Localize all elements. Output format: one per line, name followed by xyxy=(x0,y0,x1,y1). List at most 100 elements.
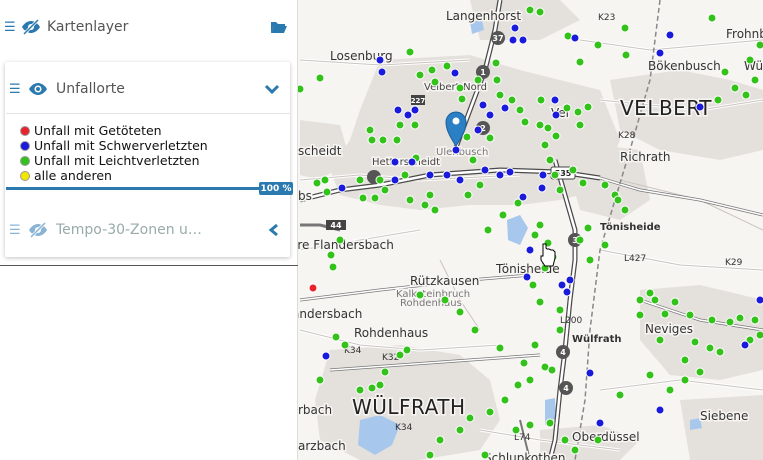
layer-row-kartenlayer[interactable]: ☰ Kartenlayer xyxy=(0,6,298,48)
accident-marker-light[interactable] xyxy=(540,140,550,150)
accident-marker-light[interactable] xyxy=(491,58,501,68)
accident-marker-light[interactable] xyxy=(312,178,322,188)
accident-marker-light[interactable] xyxy=(705,343,715,353)
accident-marker-light[interactable] xyxy=(400,170,410,180)
accident-marker-severe[interactable] xyxy=(451,145,461,155)
eye-slash-icon[interactable] xyxy=(21,19,41,35)
accident-marker-light[interactable] xyxy=(475,180,485,190)
accident-marker-severe[interactable] xyxy=(562,287,572,297)
accident-marker-light[interactable] xyxy=(660,309,670,319)
accident-marker-light[interactable] xyxy=(551,131,561,141)
accident-marker-light[interactable] xyxy=(525,420,535,430)
accident-marker-light[interactable] xyxy=(435,435,445,445)
accident-marker-light[interactable] xyxy=(645,370,655,380)
accident-marker-light[interactable] xyxy=(613,195,623,205)
accident-marker-light[interactable] xyxy=(750,315,760,325)
accident-marker-light[interactable] xyxy=(525,375,535,385)
accident-marker-light[interactable] xyxy=(570,445,580,455)
accident-marker-light[interactable] xyxy=(335,235,345,245)
chevron-down-icon[interactable] xyxy=(264,83,280,95)
layer-row-tempo30[interactable]: ☰ Tempo-30-Zonen u… xyxy=(0,209,298,251)
accident-marker-light[interactable] xyxy=(410,120,420,130)
accident-marker-light[interactable] xyxy=(735,313,745,323)
accident-marker-light[interactable] xyxy=(515,105,525,115)
accident-marker-severe[interactable] xyxy=(425,170,435,180)
accident-marker-light[interactable] xyxy=(425,450,435,460)
accident-marker-light[interactable] xyxy=(635,310,645,320)
accident-marker-light[interactable] xyxy=(530,340,540,350)
accident-marker-light[interactable] xyxy=(525,5,535,15)
accident-marker-light[interactable] xyxy=(730,83,740,93)
accident-marker-light[interactable] xyxy=(715,347,725,357)
accident-marker-light[interactable] xyxy=(405,195,415,205)
accident-marker-severe[interactable] xyxy=(480,165,490,175)
accident-marker-light[interactable] xyxy=(322,187,332,197)
accident-marker-fatal[interactable] xyxy=(308,283,318,293)
accident-marker-severe[interactable] xyxy=(665,30,675,40)
eye-icon[interactable] xyxy=(28,81,48,97)
accident-marker-severe[interactable] xyxy=(525,245,535,255)
accident-marker-severe[interactable] xyxy=(390,175,400,185)
accident-marker-light[interactable] xyxy=(555,305,565,315)
accident-marker-light[interactable] xyxy=(520,117,530,127)
accident-marker-severe[interactable] xyxy=(518,35,528,45)
accident-marker-light[interactable] xyxy=(367,135,377,145)
accident-marker-light[interactable] xyxy=(670,297,680,307)
accident-marker-severe[interactable] xyxy=(522,272,532,282)
accident-marker-light[interactable] xyxy=(536,95,546,105)
accident-marker-severe[interactable] xyxy=(505,167,515,177)
accident-marker-severe[interactable] xyxy=(585,368,595,378)
accident-marker-light[interactable] xyxy=(575,120,585,130)
accident-marker-light[interactable] xyxy=(473,75,483,85)
drag-handle-icon[interactable]: ☰ xyxy=(4,21,16,34)
accident-marker-severe[interactable] xyxy=(455,175,465,185)
accident-marker-light[interactable] xyxy=(455,307,465,317)
accident-marker-light[interactable] xyxy=(465,413,475,423)
accident-marker-light[interactable] xyxy=(680,375,690,385)
accident-marker-light[interactable] xyxy=(568,165,578,175)
accident-marker-light[interactable] xyxy=(680,355,690,365)
accident-marker-light[interactable] xyxy=(575,57,585,67)
accident-marker-light[interactable] xyxy=(320,175,330,185)
accident-marker-light[interactable] xyxy=(395,120,405,130)
accident-marker-light[interactable] xyxy=(513,380,523,390)
accident-marker-severe[interactable] xyxy=(537,183,547,193)
accident-marker-light[interactable] xyxy=(650,295,660,305)
accident-marker-severe[interactable] xyxy=(495,170,505,180)
accident-marker-light[interactable] xyxy=(463,190,473,200)
accident-marker-light[interactable] xyxy=(543,123,553,133)
accident-marker-light[interactable] xyxy=(485,407,495,417)
layer-row-unfallorte[interactable]: ☰ Unfallorte xyxy=(0,68,298,110)
accident-marker-light[interactable] xyxy=(500,395,510,405)
accident-marker-light[interactable] xyxy=(340,340,350,350)
accident-marker-light[interactable] xyxy=(535,7,545,17)
accident-marker-severe[interactable] xyxy=(321,351,331,361)
accident-marker-light[interactable] xyxy=(750,75,760,85)
accident-marker-light[interactable] xyxy=(507,95,517,105)
accident-marker-severe[interactable] xyxy=(655,405,665,415)
opacity-slider[interactable] xyxy=(6,187,293,190)
accident-marker-light[interactable] xyxy=(425,190,435,200)
accident-marker-light[interactable] xyxy=(547,365,557,375)
accident-marker-light[interactable] xyxy=(690,337,700,347)
accident-marker-light[interactable] xyxy=(600,180,610,190)
accident-marker-light[interactable] xyxy=(560,435,570,445)
accident-marker-severe[interactable] xyxy=(655,48,665,58)
accident-marker-severe[interactable] xyxy=(510,23,520,33)
accident-marker-light[interactable] xyxy=(315,375,325,385)
accident-marker-light[interactable] xyxy=(593,40,603,50)
accident-marker-light[interactable] xyxy=(755,330,763,340)
accident-marker-severe[interactable] xyxy=(478,100,488,110)
accident-marker-light[interactable] xyxy=(358,193,368,203)
accident-marker-severe[interactable] xyxy=(485,110,495,120)
accident-marker-severe[interactable] xyxy=(410,105,420,115)
accident-marker-light[interactable] xyxy=(620,205,630,215)
accident-marker-light[interactable] xyxy=(495,343,505,353)
accident-marker-light[interactable] xyxy=(415,290,425,300)
accident-marker-light[interactable] xyxy=(600,240,610,250)
accident-marker-severe[interactable] xyxy=(407,157,417,167)
accident-marker-light[interactable] xyxy=(545,418,555,428)
accident-marker-light[interactable] xyxy=(367,383,377,393)
accident-marker-light[interactable] xyxy=(370,193,380,203)
accident-marker-light[interactable] xyxy=(480,450,490,460)
